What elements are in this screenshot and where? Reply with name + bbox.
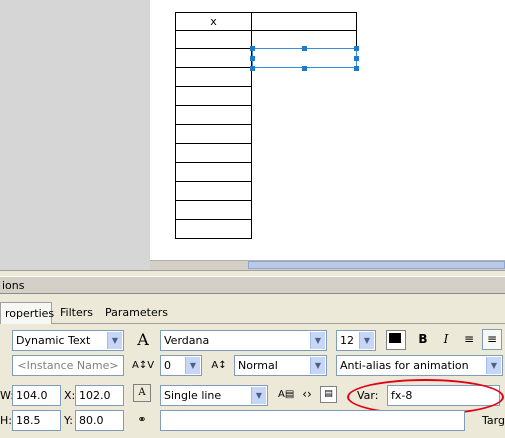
chevron-down-icon: ▼ [310, 332, 325, 349]
resize-handle[interactable] [250, 66, 255, 71]
show-border-icon[interactable]: ▤ [320, 386, 337, 403]
x-label: X: [64, 389, 76, 402]
h-label: H: [0, 414, 12, 427]
text-mode-icon[interactable]: A [133, 384, 151, 402]
text-type-value: Dynamic Text [16, 334, 91, 347]
text-tool-icon: A [137, 330, 149, 349]
anti-alias-value: Anti-alias for animation [340, 359, 469, 372]
resize-handle[interactable] [354, 66, 359, 71]
chevron-down-icon: ▼ [107, 332, 122, 349]
char-position-icon: A↕ [211, 360, 227, 371]
table-row[interactable] [175, 48, 252, 68]
resize-handle[interactable] [302, 66, 307, 71]
tab-parameters[interactable]: Parameters [101, 302, 172, 324]
font-family-value: Verdana [164, 334, 210, 347]
table-row[interactable] [175, 30, 252, 49]
text-type-select[interactable]: Dynamic Text ▼ [12, 330, 124, 351]
char-position-value: Normal [238, 359, 278, 372]
height-input[interactable]: 18.5 [12, 410, 61, 431]
char-position-select[interactable]: Normal ▼ [234, 355, 327, 376]
align-left-icon[interactable]: ≡ [460, 329, 478, 350]
letter-spacing-input[interactable]: 0 ▼ [160, 355, 202, 376]
table-row[interactable] [175, 162, 252, 182]
chevron-down-icon: ▼ [310, 357, 325, 374]
letter-spacing-icon: A↕V [132, 360, 155, 371]
table-row[interactable] [175, 86, 252, 106]
text-color-swatch[interactable] [386, 330, 406, 350]
font-size-value: 12 [340, 334, 354, 347]
resize-handle[interactable] [354, 46, 359, 51]
html-render-icon[interactable]: ‹› [299, 384, 315, 405]
line-type-value: Single line [164, 389, 222, 402]
table-row[interactable] [175, 105, 252, 125]
table-row[interactable] [175, 200, 252, 220]
chevron-down-icon: ▼ [486, 357, 501, 374]
y-input[interactable]: 80.0 [75, 410, 124, 431]
tab-label: Filters [60, 306, 93, 319]
url-link-input[interactable] [160, 410, 465, 431]
bold-button[interactable]: B [415, 329, 431, 350]
instance-name-input[interactable]: <Instance Name> [12, 355, 124, 376]
table-row[interactable] [175, 67, 252, 87]
selected-text-field[interactable] [252, 48, 357, 68]
link-icon[interactable]: ⚭ [133, 409, 151, 430]
table-row[interactable] [175, 219, 252, 239]
font-size-input[interactable]: 12 ▼ [336, 330, 376, 351]
selectable-icon[interactable]: A▤ [278, 384, 294, 405]
chevron-down-icon: ▼ [251, 387, 266, 404]
panel-title-bar[interactable]: ions [0, 276, 505, 294]
table-row[interactable] [175, 143, 252, 163]
tab-properties[interactable]: roperties [0, 302, 55, 324]
resize-handle[interactable] [250, 46, 255, 51]
letter-spacing-value: 0 [164, 359, 171, 372]
target-label: Targ [482, 414, 505, 427]
resize-handle[interactable] [302, 46, 307, 51]
chevron-down-icon: ▼ [185, 357, 200, 374]
table-header-x[interactable]: x [175, 12, 252, 31]
tab-label: Parameters [105, 306, 168, 319]
tab-filters[interactable]: Filters [56, 302, 97, 324]
table-header-y[interactable] [251, 12, 357, 31]
width-input[interactable]: 104.0 [12, 385, 61, 406]
align-center-icon[interactable]: ≡ [482, 329, 502, 350]
pasteboard [0, 0, 150, 270]
table-row[interactable] [175, 124, 252, 144]
resize-handle[interactable] [354, 56, 359, 61]
panel-title: ions [2, 279, 25, 292]
anti-alias-select[interactable]: Anti-alias for animation ▼ [336, 355, 503, 376]
table-row[interactable] [175, 181, 252, 201]
chevron-down-icon: ▼ [359, 332, 374, 349]
resize-handle[interactable] [250, 56, 255, 61]
font-family-select[interactable]: Verdana ▼ [160, 330, 327, 351]
x-input[interactable]: 102.0 [75, 385, 124, 406]
italic-button[interactable]: I [438, 329, 454, 350]
line-type-select[interactable]: Single line ▼ [160, 385, 268, 406]
color-fill [389, 333, 401, 343]
y-label: Y: [64, 414, 73, 427]
tab-label: roperties [5, 307, 55, 320]
scrollbar-thumb[interactable] [248, 261, 505, 269]
